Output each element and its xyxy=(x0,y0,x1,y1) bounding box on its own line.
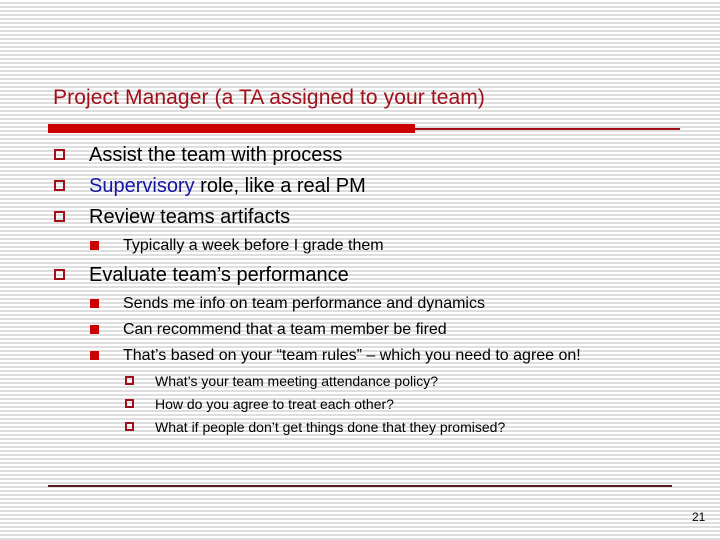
bullet-text: Evaluate team’s performance xyxy=(89,264,349,286)
sub-bullet-text: Sends me info on team performance and dy… xyxy=(123,295,485,312)
footer-divider xyxy=(48,485,672,487)
page-number: 21 xyxy=(692,510,706,524)
title-underline-thick xyxy=(48,124,415,133)
bullet-text: Review teams artifacts xyxy=(89,206,291,228)
bullet-text-rest: role, like a real PM xyxy=(194,175,366,197)
hollow-square-bullet-icon xyxy=(54,269,65,280)
hollow-square-bullet-icon xyxy=(125,399,134,408)
filled-square-bullet-icon xyxy=(90,325,99,334)
hollow-square-bullet-icon xyxy=(54,180,65,191)
filled-square-bullet-icon xyxy=(90,299,99,308)
title-underline-thin xyxy=(415,128,680,130)
hollow-square-bullet-icon xyxy=(54,149,65,160)
slide-title: Project Manager (a TA assigned to your t… xyxy=(53,86,485,109)
bullet-text: Assist the team with process xyxy=(89,144,343,166)
hollow-square-bullet-icon xyxy=(54,211,65,222)
filled-square-bullet-icon xyxy=(90,241,99,250)
sub-sub-bullet-text: What if people don’t get things done tha… xyxy=(155,419,506,435)
sub-sub-bullet-text: What’s your team meeting attendance poli… xyxy=(155,373,439,389)
sub-bullet-text: That’s based on your “team rules” – whic… xyxy=(123,347,581,364)
bullet-text: Supervisory role, like a real PM xyxy=(89,175,366,198)
filled-square-bullet-icon xyxy=(90,351,99,360)
sub-bullet-text: Can recommend that a team member be fire… xyxy=(123,321,447,338)
hollow-square-bullet-icon xyxy=(125,422,134,431)
sub-sub-bullet-text: How do you agree to treat each other? xyxy=(155,396,394,412)
hollow-square-bullet-icon xyxy=(125,376,134,385)
accent-word: Supervisory xyxy=(89,175,195,197)
sub-bullet-text: Typically a week before I grade them xyxy=(123,237,384,254)
